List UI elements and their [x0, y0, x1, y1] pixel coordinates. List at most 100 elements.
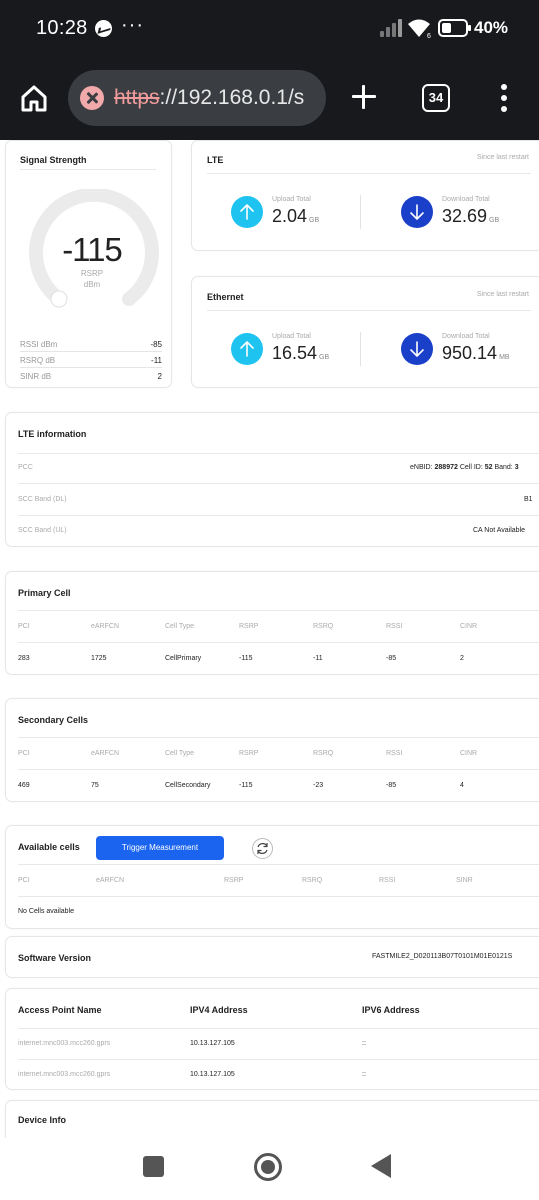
battery-icon: [438, 19, 471, 37]
since-label: Since last restart: [476, 154, 529, 161]
primary-cell-card: Primary Cell PCI eARFCN Cell Type RSRP R…: [5, 571, 539, 675]
card-title: Signal Strength: [20, 155, 87, 165]
col-header: RSSI: [386, 623, 403, 630]
signal-strength-card: Signal Strength -115 RSRP dBm RSSI dBm -8…: [5, 140, 172, 388]
new-tab-plus-icon[interactable]: [350, 83, 378, 111]
lte-information-card: LTE information PCC eNBID: 288972 Cell I…: [5, 412, 539, 547]
col-header: IPV6 Address: [362, 1005, 420, 1015]
arrow-down-icon: [401, 333, 433, 365]
tabs-icon[interactable]: 34: [422, 84, 450, 112]
col-header: RSRP: [239, 750, 259, 757]
router-status-page: Signal Strength -115 RSRP dBm RSSI dBm -8…: [0, 140, 539, 1138]
lte-traffic-card: LTE Since last restart Upload Total 2.04…: [191, 140, 539, 251]
ipv6-address: ::: [362, 1040, 366, 1047]
status-time: 10:28: [36, 17, 88, 39]
col-header: RSSI: [386, 750, 403, 757]
signal-row: RSSI dBm -85: [20, 338, 162, 352]
ethernet-traffic-card: Ethernet Since last restart Upload Total…: [191, 276, 539, 388]
scc-dl-label: SCC Band (DL): [18, 496, 67, 503]
software-version-card: Software Version FASTMILE2_D020113B07T01…: [5, 936, 539, 978]
back-icon[interactable]: [371, 1154, 391, 1178]
col-header: IPV4 Address: [190, 1005, 248, 1015]
table-cell: CellSecondary: [165, 782, 211, 789]
device-info-card: Device Info: [5, 1100, 539, 1138]
software-version-label: Software Version: [18, 953, 92, 963]
address-bar[interactable]: https://192.168.0.1/s: [68, 70, 326, 126]
apn-name: internet.mnc003.mcc260.gprs: [18, 1040, 111, 1047]
status-bar: 10:28 ··· 6 40%: [0, 0, 539, 58]
col-header: PCI: [18, 623, 30, 630]
card-title: Primary Cell: [18, 588, 71, 598]
card-title: Device Info: [18, 1115, 67, 1125]
card-title: Secondary Cells: [18, 715, 89, 725]
table-cell: 1725: [91, 655, 107, 662]
scc-dl-value: B1: [524, 496, 533, 503]
col-header: RSRQ: [313, 623, 334, 630]
empty-state: No Cells available: [18, 908, 75, 915]
col-header: eARFCN: [96, 877, 125, 884]
svg-text:6: 6: [427, 33, 431, 39]
gauge-knob: [50, 290, 68, 308]
home-icon[interactable]: [20, 84, 48, 112]
url-text[interactable]: https://192.168.0.1/s: [114, 86, 304, 110]
col-header: RSSI: [379, 877, 396, 884]
more-vert-icon[interactable]: [500, 84, 508, 112]
apn-card: Access Point Name IPV4 Address IPV6 Addr…: [5, 988, 539, 1090]
wifi-icon: 6: [407, 17, 433, 40]
arrow-down-icon: [401, 196, 433, 228]
col-header: RSRP: [239, 623, 259, 630]
rsrp-value: -115: [62, 231, 123, 268]
table-cell: -11: [313, 655, 323, 662]
ipv6-address: ::: [362, 1071, 366, 1078]
table-cell: 75: [91, 782, 99, 789]
col-header: CINR: [460, 623, 478, 630]
ipv4-address: 10.13.127.105: [190, 1040, 235, 1047]
insecure-close-icon[interactable]: [80, 86, 104, 110]
table-cell: -85: [386, 782, 397, 789]
col-header: eARFCN: [91, 623, 120, 630]
download-label: Download Total: [442, 196, 490, 203]
col-header: RSRQ: [302, 877, 323, 884]
arrow-up-icon: [231, 333, 263, 365]
trigger-measurement-button[interactable]: Trigger Measurement: [96, 836, 224, 860]
col-header: Access Point Name: [18, 1005, 102, 1015]
browser-toolbar: https://192.168.0.1/s 34: [0, 58, 539, 140]
refresh-icon[interactable]: [252, 838, 273, 859]
messenger-icon: [95, 20, 112, 37]
table-cell: -115: [239, 655, 253, 662]
card-title: Available cells: [18, 842, 80, 852]
table-cell: -85: [386, 655, 397, 662]
table-cell: -115: [239, 782, 253, 789]
upload-total: 16.54 GB: [272, 343, 330, 363]
table-cell: 469: [18, 782, 30, 789]
since-label: Since last restart: [476, 291, 529, 298]
col-header: PCI: [18, 877, 30, 884]
home-circle-icon[interactable]: [254, 1153, 282, 1181]
card-title: LTE: [207, 155, 224, 165]
table-cell: 2: [460, 655, 464, 662]
upload-total: 2.04 GB: [272, 206, 320, 226]
recents-icon[interactable]: [143, 1156, 164, 1177]
col-header: Cell Type: [165, 623, 195, 630]
signal-row: RSRQ dB -11: [20, 354, 162, 368]
table-cell: CellPrimary: [165, 655, 202, 662]
col-header: SINR: [456, 877, 473, 884]
rsrp-label: RSRP: [80, 269, 104, 278]
table-cell: 4: [460, 782, 464, 789]
cell-signal-icon: [380, 19, 402, 37]
software-version-value: FASTMILE2_D020113B07T0101M01E0121S: [372, 953, 513, 960]
pcc-label: PCC: [18, 464, 33, 471]
col-header: RSRP: [224, 877, 244, 884]
signal-row: SINR dB 2: [20, 372, 162, 381]
scc-ul-label: SCC Band (UL): [18, 527, 67, 534]
scc-ul-value: CA Not Available: [473, 527, 526, 534]
upload-label: Upload Total: [272, 333, 311, 340]
col-header: CINR: [460, 750, 478, 757]
table-cell: -23: [313, 782, 324, 789]
col-header: Cell Type: [165, 750, 195, 757]
more-notifications-icon: ···: [121, 14, 144, 36]
table-cell: 283: [18, 655, 30, 662]
system-nav-bar: [0, 1138, 539, 1200]
battery-percent: 40%: [474, 18, 509, 37]
ipv4-address: 10.13.127.105: [190, 1071, 235, 1078]
